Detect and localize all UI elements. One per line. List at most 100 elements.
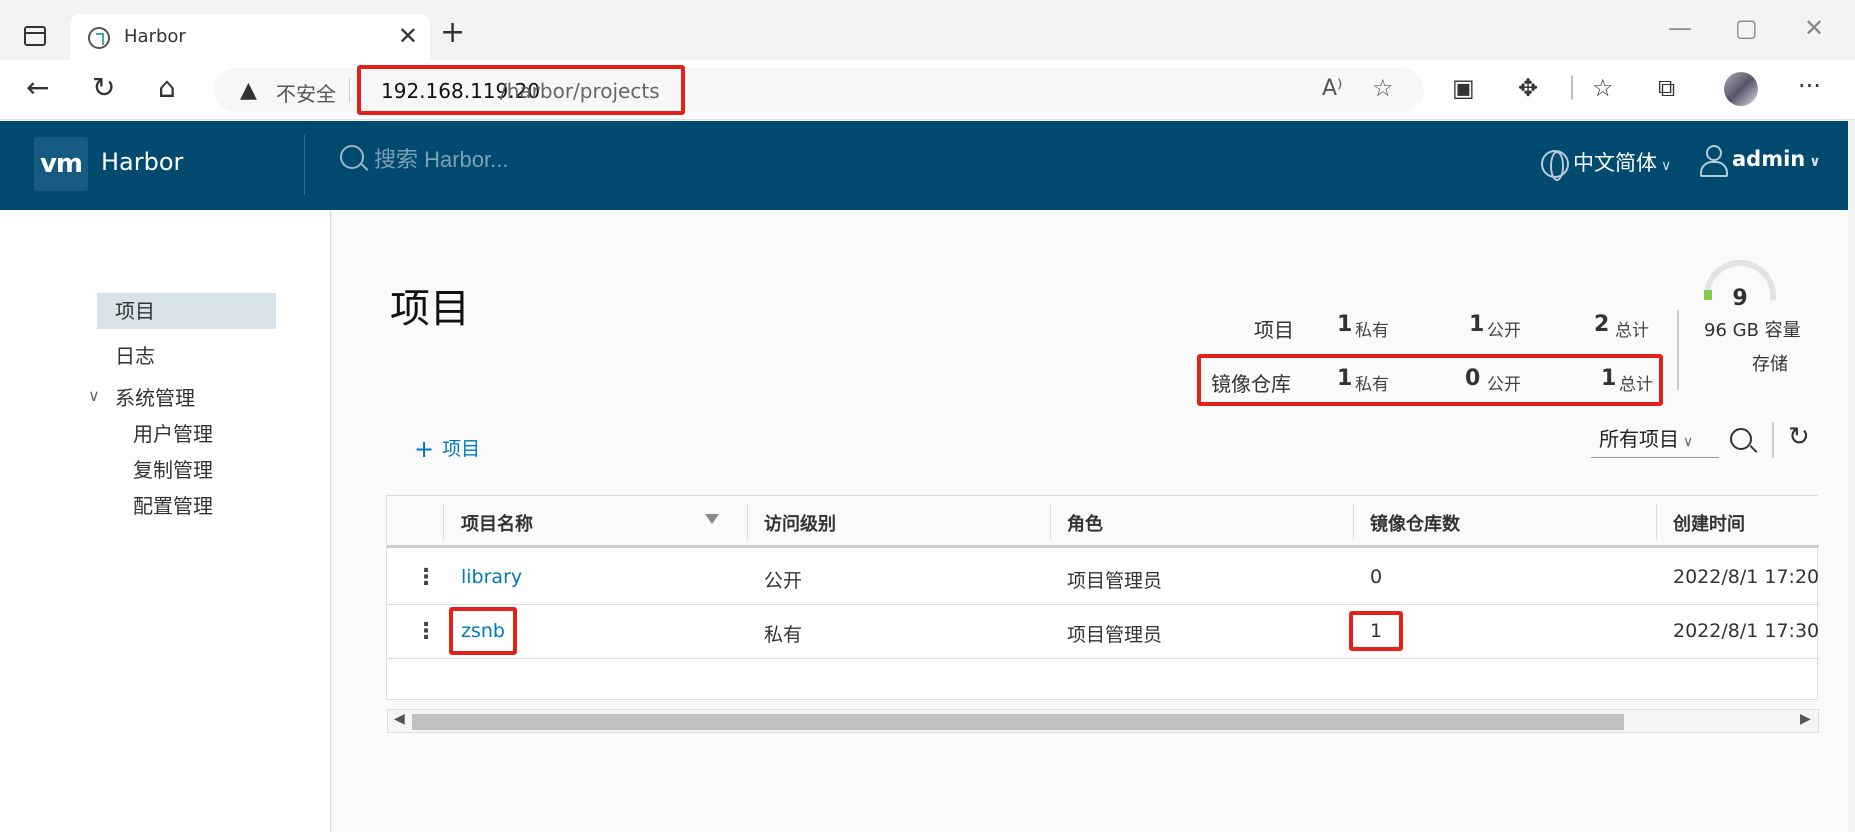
read-aloud-icon[interactable]: A⁾ (1322, 76, 1342, 101)
scrollbar-thumb[interactable] (412, 714, 1624, 730)
search-icon (340, 145, 364, 169)
vmware-logo: vm (34, 137, 88, 191)
sidebar-item-users[interactable]: 用户管理 (133, 418, 213, 447)
repo-count: 0 (1370, 566, 1383, 588)
summary-repos-private: 1 (1337, 366, 1353, 391)
refresh-icon[interactable]: ↻ (1788, 422, 1810, 452)
column-divider (1353, 504, 1354, 540)
column-header-created[interactable]: 创建时间 (1673, 510, 1745, 536)
quota-count: 9 (1732, 286, 1748, 311)
search-input[interactable] (374, 147, 774, 173)
collections-icon[interactable]: ⧉ (1658, 76, 1675, 100)
chevron-down-icon: ∨ (1809, 154, 1821, 170)
sidebar-item-logs[interactable]: 日志 (115, 340, 155, 369)
project-filter-select[interactable]: 所有项目 ∨ (1591, 422, 1719, 458)
repo-summary-highlight-box: 镜像仓库 1 私有 0 公开 1 总计 (1197, 354, 1663, 406)
user-icon (1698, 145, 1728, 177)
back-icon[interactable]: ← (26, 74, 49, 102)
row-actions-icon[interactable]: ⋮ (415, 565, 437, 590)
summary-repos-public: 0 (1465, 366, 1481, 391)
browser-window: Harbor ✕ + — ▢ ✕ ← ↻ ⌂ ▲ 不安全 192.168.119… (0, 0, 1855, 832)
column-divider (1656, 504, 1657, 540)
window-close-icon[interactable]: ✕ (1804, 14, 1824, 42)
plus-icon: + (414, 435, 435, 463)
summary-projects-total: 2 (1594, 312, 1610, 337)
summary-public-unit: 公开 (1487, 375, 1521, 395)
table-header: 项目名称 访问级别 角色 镜像仓库数 创建时间 (387, 496, 1819, 548)
profile-avatar[interactable] (1724, 72, 1758, 106)
summary-divider (1677, 310, 1679, 390)
quota-storage-label: 存储 (1752, 354, 1788, 375)
address-divider (349, 78, 350, 102)
extension-icon[interactable]: ▣ (1452, 76, 1475, 100)
toolbar-divider (1772, 422, 1774, 458)
summary-projects-public: 1 (1469, 312, 1485, 337)
new-tab-icon[interactable]: + (440, 18, 465, 48)
insecure-label[interactable]: 不安全 (276, 78, 336, 107)
add-project-button[interactable]: + 项目 (414, 434, 480, 463)
home-icon[interactable]: ⌂ (158, 74, 176, 102)
chevron-down-icon: ∨ (1683, 434, 1694, 450)
chevron-down-icon: ∨ (1661, 158, 1672, 174)
column-header-role[interactable]: 角色 (1067, 510, 1103, 536)
more-icon[interactable]: ··· (1798, 74, 1821, 98)
favorites-icon[interactable]: ☆ (1592, 76, 1614, 100)
warning-icon: ▲ (240, 78, 257, 103)
creation-time: 2022/8/1 17:20 (1673, 566, 1820, 588)
table-row[interactable]: ⋮ library 公开 项目管理员 0 2022/8/1 17:20 (387, 551, 1819, 605)
browser-tab[interactable]: Harbor ✕ (70, 14, 430, 60)
column-divider (747, 504, 748, 540)
header-divider (304, 135, 305, 195)
table-row[interactable]: ⋮ zsnb 私有 项目管理员 1 2022/8/1 17:30 (387, 605, 1819, 659)
search-icon[interactable] (1730, 428, 1752, 450)
app-header: vm Harbor 中文简体∨ admin∨ (0, 121, 1848, 210)
summary-private-unit: 私有 (1355, 321, 1389, 341)
filter-icon[interactable] (705, 514, 719, 524)
chevron-down-icon[interactable]: ∨ (88, 386, 100, 405)
toolbar-divider: | (1568, 72, 1577, 100)
summary-repos-total: 1 (1601, 366, 1617, 391)
browser-toolbar: ← ↻ ⌂ ▲ 不安全 192.168.119.20 /harbor/proje… (0, 60, 1855, 120)
summary-total-unit: 总计 (1615, 321, 1649, 341)
column-header-access[interactable]: 访问级别 (764, 510, 836, 536)
project-name-link[interactable]: zsnb (461, 620, 505, 642)
horizontal-scrollbar[interactable]: ◀ ▶ (387, 709, 1819, 733)
role: 项目管理员 (1067, 624, 1163, 646)
close-tab-icon[interactable]: ✕ (398, 22, 418, 50)
brand-name[interactable]: Harbor (101, 148, 183, 176)
add-favorite-icon[interactable]: ☆ (1372, 74, 1394, 102)
quota-capacity: 96 GB 容量 (1704, 320, 1801, 341)
language-label: 中文简体 (1573, 151, 1657, 175)
main-content: 项目 项目 1 私有 1 公开 2 总计 镜像仓库 1 私有 0 公开 1 总计… (332, 210, 1848, 832)
column-header-name[interactable]: 项目名称 (461, 510, 533, 536)
maximize-icon[interactable]: ▢ (1735, 14, 1758, 42)
scroll-left-icon[interactable]: ◀ (394, 711, 405, 727)
filter-selected-value: 所有项目 (1599, 427, 1679, 451)
globe-icon (1541, 150, 1569, 181)
repo-count: 1 (1370, 620, 1383, 642)
summary-private-unit: 私有 (1355, 375, 1389, 395)
tab-actions-icon[interactable] (24, 26, 46, 46)
role: 项目管理员 (1067, 570, 1163, 592)
sidebar-item-configuration[interactable]: 配置管理 (133, 490, 213, 519)
project-name-link[interactable]: library (461, 566, 522, 588)
sidebar-item-projects[interactable]: 项目 (97, 293, 276, 329)
user-menu[interactable]: admin ∨ (1698, 145, 1821, 177)
refresh-icon[interactable]: ↻ (92, 74, 115, 102)
url-path[interactable]: /harbor/projects (500, 79, 660, 103)
access-level: 私有 (764, 624, 803, 646)
tab-title: Harbor (124, 26, 186, 47)
access-level: 公开 (764, 570, 803, 592)
address-bar[interactable]: ▲ 不安全 192.168.119.20 /harbor/projects A⁾… (214, 65, 1424, 115)
column-header-repos[interactable]: 镜像仓库数 (1370, 510, 1460, 536)
puzzle-icon[interactable]: ✥ (1518, 76, 1538, 100)
sidebar-item-administration[interactable]: 系统管理 (115, 382, 195, 411)
row-actions-icon[interactable]: ⋮ (415, 619, 437, 644)
scroll-right-icon[interactable]: ▶ (1800, 711, 1811, 727)
minimize-icon[interactable]: — (1668, 14, 1692, 42)
summary-projects-label: 项目 (1254, 318, 1294, 342)
page-title: 项目 (390, 286, 470, 332)
column-divider (1050, 504, 1051, 540)
language-menu[interactable]: 中文简体 ∨ (1541, 147, 1672, 181)
sidebar-item-replication[interactable]: 复制管理 (133, 454, 213, 483)
